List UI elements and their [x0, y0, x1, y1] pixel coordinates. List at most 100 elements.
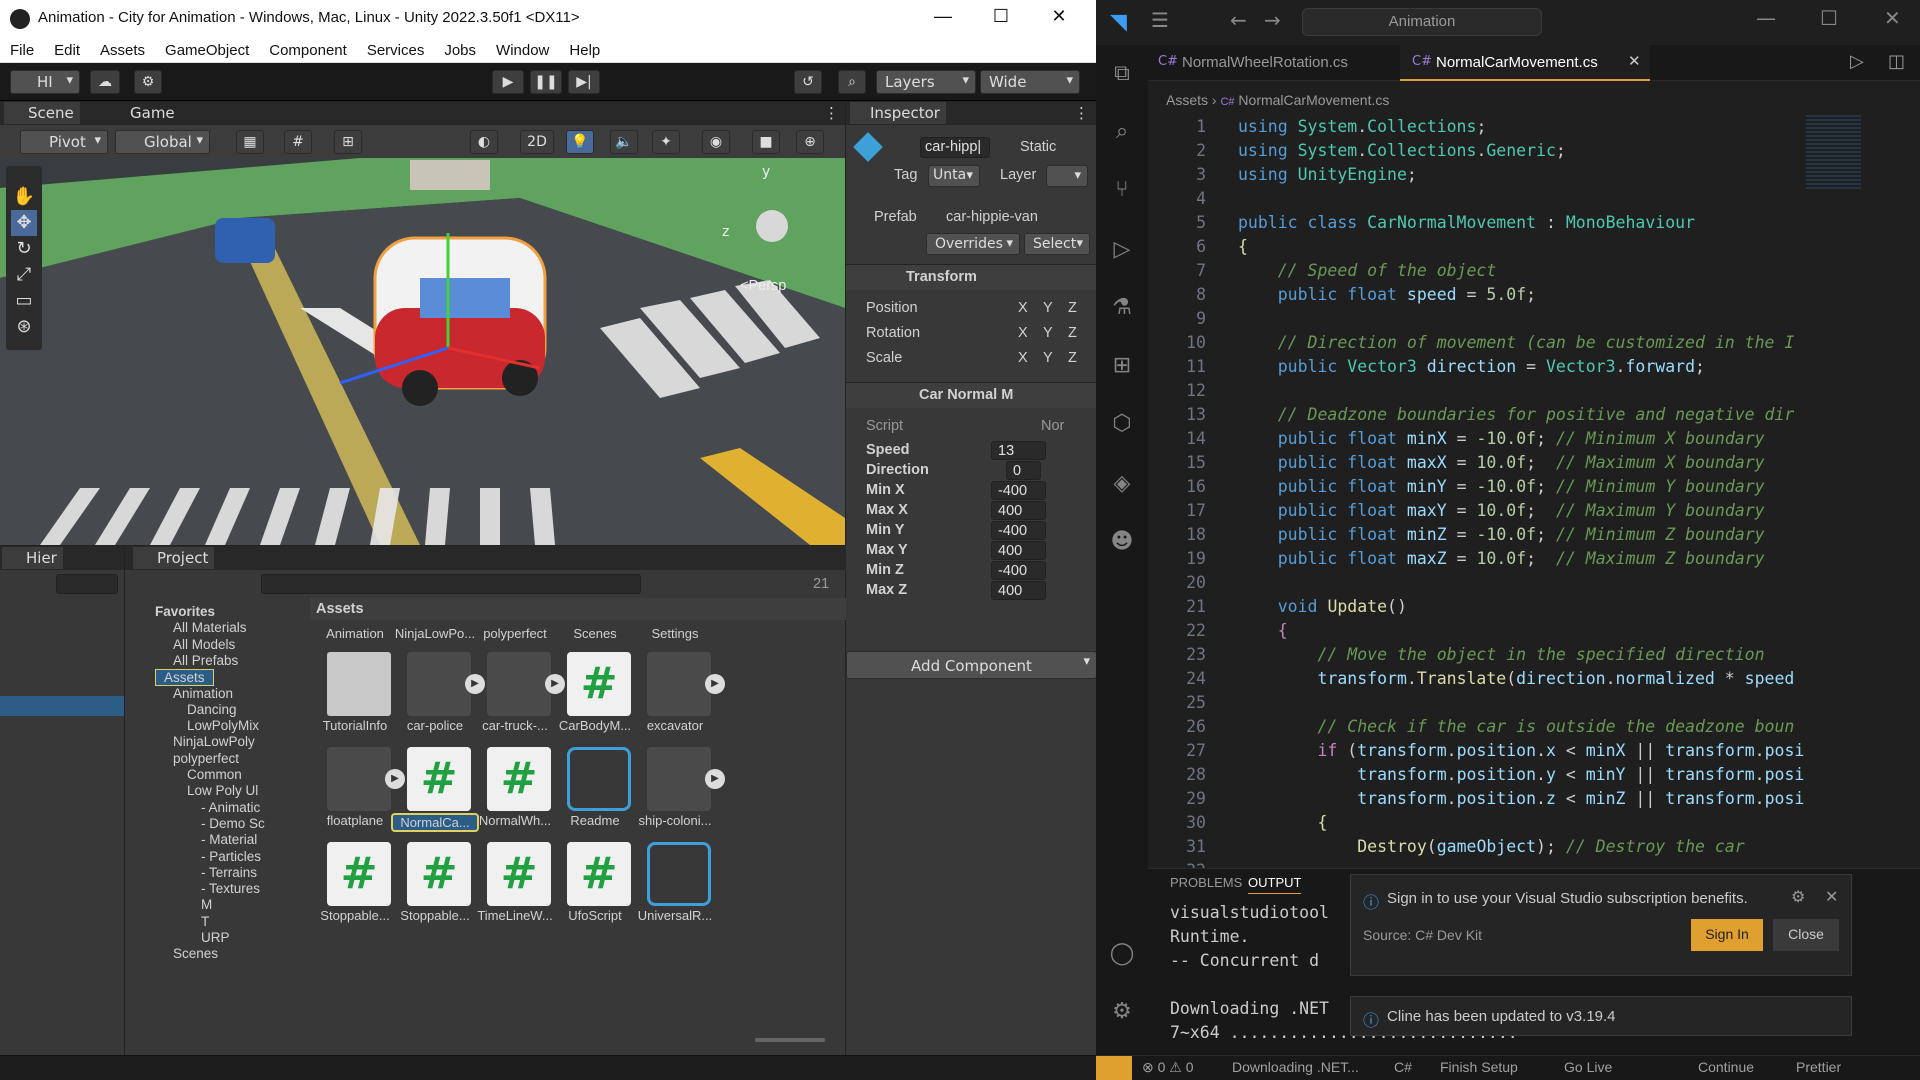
scene-view[interactable]: y z <Persp ✋ ✥ ↻ ⤢ ▭ ⊛: [0, 158, 845, 545]
command-center-search[interactable]: Animation: [1302, 8, 1542, 36]
tab-project[interactable]: Project: [133, 547, 215, 569]
perspective-label[interactable]: <Persp: [740, 278, 786, 294]
select-button[interactable]: Select: [1024, 233, 1090, 255]
asset-label[interactable]: Stoppable...: [311, 908, 399, 923]
breadcrumb-assets[interactable]: Assets: [1166, 92, 1208, 108]
menu-icon[interactable]: ☰: [1151, 8, 1169, 32]
prefab-name[interactable]: car-hippie-van: [946, 209, 1038, 225]
scale-y[interactable]: Y: [1043, 350, 1053, 366]
go-live[interactable]: Go Live: [1564, 1059, 1612, 1075]
field-value[interactable]: 0: [1006, 461, 1041, 480]
expand-prefab-icon[interactable]: ▶: [705, 674, 725, 694]
asset-label[interactable]: TutorialInfo: [311, 718, 399, 733]
readme-icon[interactable]: [567, 747, 631, 811]
script-icon[interactable]: #: [567, 652, 631, 716]
layout-dropdown[interactable]: Wide: [980, 70, 1080, 94]
hierarchy-selected-row[interactable]: [0, 696, 124, 716]
police-car[interactable]: [215, 218, 275, 263]
field-value[interactable]: 400: [991, 541, 1046, 560]
script-icon[interactable]: #: [567, 842, 631, 906]
asset-label[interactable]: Readme: [551, 813, 639, 828]
script-icon[interactable]: #: [487, 842, 551, 906]
asset-label[interactable]: Scenes: [551, 626, 639, 641]
menu-gameobject[interactable]: GameObject: [155, 42, 259, 59]
object-name-field[interactable]: car-hipp|: [920, 137, 990, 158]
prettier-status[interactable]: Prettier: [1796, 1059, 1841, 1075]
transform-header[interactable]: Transform: [846, 264, 1096, 290]
tree-item[interactable]: - Particles: [201, 849, 261, 864]
asset-label[interactable]: Settings: [631, 626, 719, 641]
zoom-slider[interactable]: [755, 1038, 825, 1042]
layer-dropdown[interactable]: [1046, 165, 1088, 187]
field-value[interactable]: 400: [991, 501, 1046, 520]
pivot-dropdown[interactable]: Pivot: [20, 130, 108, 154]
increment-snap-icon[interactable]: ⊞: [334, 130, 362, 154]
script-icon[interactable]: #: [407, 747, 471, 811]
breadcrumb-file[interactable]: NormalCarMovement.cs: [1238, 92, 1389, 108]
asset-label[interactable]: car-truck-...: [471, 718, 559, 733]
search-icon[interactable]: ⌕: [838, 70, 866, 94]
back-icon[interactable]: ←: [1230, 8, 1247, 32]
forward-icon[interactable]: →: [1264, 8, 1281, 32]
menu-services[interactable]: Services: [357, 42, 435, 59]
add-component-button[interactable]: Add Component: [846, 651, 1096, 679]
overrides-dropdown[interactable]: Overrides: [926, 233, 1020, 255]
history-icon[interactable]: ↺: [794, 70, 822, 94]
asset-label[interactable]: UniversalR...: [631, 908, 719, 923]
account-dropdown[interactable]: HI: [10, 70, 80, 94]
tree-item[interactable]: Low Poly Ul: [187, 783, 258, 798]
menu-help[interactable]: Help: [559, 42, 610, 59]
maximize-icon[interactable]: ☐: [986, 6, 1016, 27]
menu-component[interactable]: Component: [259, 42, 357, 59]
hierarchy-search[interactable]: [56, 574, 118, 594]
tree-item[interactable]: Dancing: [187, 702, 237, 717]
settings-gear-icon[interactable]: ⚙: [1109, 999, 1135, 1025]
tree-item[interactable]: Animation: [173, 686, 233, 701]
assets-breadcrumb[interactable]: Assets: [316, 601, 364, 617]
notification-gear-icon[interactable]: ⚙: [1791, 887, 1805, 907]
field-value[interactable]: -400: [991, 561, 1046, 580]
script-icon[interactable]: #: [407, 842, 471, 906]
hippie-van[interactable]: [373, 236, 547, 406]
language-status[interactable]: C#: [1394, 1059, 1412, 1075]
problems-count[interactable]: ⊗ 0 ⚠ 0: [1142, 1059, 1194, 1076]
minimize-icon[interactable]: —: [928, 6, 958, 27]
split-editor-icon[interactable]: ◫: [1888, 51, 1905, 72]
field-value[interactable]: 400: [991, 581, 1046, 600]
inspector-menu-icon[interactable]: ⋮: [1068, 102, 1095, 124]
tab-normal-wheel[interactable]: NormalWheelRotation.cs: [1182, 54, 1348, 71]
script-icon[interactable]: #: [487, 747, 551, 811]
tab-inspector[interactable]: Inspector: [850, 102, 946, 124]
collab-icon[interactable]: ⚙: [134, 70, 162, 94]
scale-z[interactable]: Z: [1068, 350, 1077, 366]
menu-edit[interactable]: Edit: [44, 42, 90, 59]
prefab-icon[interactable]: [407, 652, 471, 716]
tree-item[interactable]: - Demo Sc: [201, 816, 265, 831]
asset-label[interactable]: TimeLineW...: [471, 908, 559, 923]
tree-item[interactable]: - Material: [201, 832, 257, 847]
pause-button[interactable]: ❚❚: [530, 70, 562, 94]
tree-item[interactable]: All Prefabs: [173, 653, 238, 668]
expand-prefab-icon[interactable]: ▶: [705, 769, 725, 789]
tree-item[interactable]: M: [201, 897, 212, 912]
hand-tool-icon[interactable]: ✋: [11, 184, 37, 210]
component-header[interactable]: Car Normal M: [846, 382, 1096, 408]
expand-prefab-icon[interactable]: ▶: [465, 674, 485, 694]
close-tab-icon[interactable]: ✕: [1628, 52, 1641, 70]
asset-label[interactable]: floatplane: [311, 813, 399, 828]
step-button[interactable]: ▶|: [568, 70, 600, 94]
rot-x[interactable]: X: [1018, 325, 1028, 341]
tree-item[interactable]: T: [201, 914, 209, 929]
tree-item[interactable]: All Models: [173, 637, 235, 652]
run-icon[interactable]: ▷: [1850, 51, 1864, 72]
menu-assets[interactable]: Assets: [90, 42, 155, 59]
asset-label[interactable]: polyperfect: [471, 626, 559, 641]
menu-file[interactable]: File: [0, 42, 44, 59]
visibility-icon[interactable]: ◉: [702, 130, 730, 154]
global-dropdown[interactable]: Global: [115, 130, 210, 154]
finish-setup[interactable]: Finish Setup: [1440, 1059, 1518, 1075]
asset-label[interactable]: NormalWh...: [471, 813, 559, 828]
script-icon[interactable]: #: [327, 842, 391, 906]
continue-status[interactable]: Continue: [1698, 1059, 1754, 1075]
prefab-icon[interactable]: [327, 747, 391, 811]
